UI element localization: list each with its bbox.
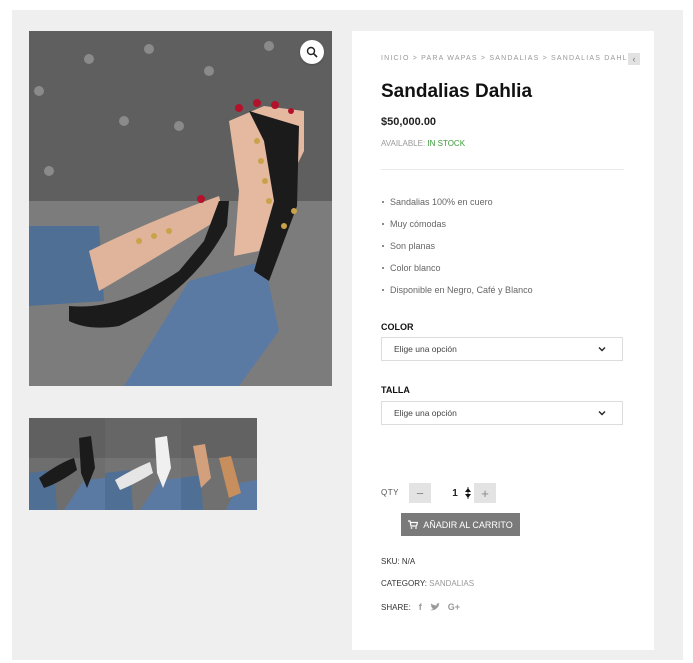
divider	[381, 169, 624, 170]
bullet-icon	[382, 201, 384, 203]
thumbnail-black[interactable]	[29, 418, 105, 510]
previous-product-button[interactable]: ‹	[628, 53, 640, 65]
twitter-icon[interactable]	[429, 603, 440, 611]
cart-icon	[408, 520, 419, 529]
product-summary: INICIO > PARA WAPAS > SANDALIAS > SANDAL…	[352, 31, 654, 650]
thumbnail-tan[interactable]	[181, 418, 257, 510]
chevron-down-icon	[598, 347, 606, 352]
product-price: $50,000.00	[381, 116, 437, 128]
add-to-cart-label: AÑADIR AL CARRITO	[423, 519, 513, 530]
color-label: COLOR	[381, 322, 414, 332]
qty-spinner-icon[interactable]	[464, 486, 472, 500]
feature-list: Sandalias 100% en cuero Muy cómodas Son …	[381, 197, 533, 307]
bullet-icon	[382, 267, 384, 269]
color-select[interactable]: Elige una opción	[381, 337, 623, 361]
feature-text: Muy cómodas	[390, 219, 447, 229]
product-main-image[interactable]	[29, 31, 332, 386]
chevron-down-icon	[598, 411, 606, 416]
qty-increase-button[interactable]: +	[474, 483, 496, 503]
availability-label: AVAILABLE:	[381, 139, 426, 148]
feature-text: Son planas	[390, 241, 436, 251]
talla-select[interactable]: Elige una opción	[381, 401, 623, 425]
product-title: Sandalias Dahlia	[381, 81, 533, 102]
zoom-button[interactable]	[300, 40, 324, 64]
list-item: Son planas	[381, 241, 533, 263]
feature-text: Color blanco	[390, 263, 441, 273]
facebook-icon[interactable]: f	[419, 602, 422, 612]
share-row: SHARE: f G+	[381, 602, 460, 612]
share-label: SHARE:	[381, 602, 411, 612]
magnifier-icon	[306, 46, 318, 58]
list-item: Disponible en Negro, Café y Blanco	[381, 285, 533, 307]
color-select-value: Elige una opción	[394, 344, 457, 354]
stock-status: IN STOCK	[427, 139, 466, 148]
chevron-left-icon: ‹	[632, 54, 636, 64]
thumbnail-strip	[29, 418, 257, 510]
feature-text: Disponible en Negro, Café y Blanco	[390, 285, 533, 295]
thumbnail-image	[181, 418, 257, 510]
list-item: Muy cómodas	[381, 219, 533, 241]
bullet-icon	[382, 223, 384, 225]
talla-select-value: Elige una opción	[394, 408, 457, 418]
sku-value: N/A	[401, 557, 416, 566]
category-label: CATEGORY:	[381, 579, 427, 588]
bullet-icon	[382, 289, 384, 291]
thumbnail-image	[29, 418, 105, 510]
category-link[interactable]: SANDALIAS	[429, 579, 474, 588]
breadcrumb[interactable]: INICIO > PARA WAPAS > SANDALIAS > SANDAL…	[381, 55, 637, 62]
availability: AVAILABLE: IN STOCK	[381, 139, 465, 148]
google-plus-icon[interactable]: G+	[448, 602, 460, 612]
sku-label: SKU:	[381, 557, 400, 566]
product-photo	[29, 31, 332, 386]
thumbnail-image	[105, 418, 181, 510]
feature-text: Sandalias 100% en cuero	[390, 197, 493, 207]
sku-row: SKU: N/A	[381, 557, 415, 566]
talla-label: TALLA	[381, 385, 410, 395]
thumbnail-white[interactable]	[105, 418, 181, 510]
qty-label: QTY	[381, 488, 399, 497]
list-item: Sandalias 100% en cuero	[381, 197, 533, 219]
qty-decrease-button[interactable]: −	[409, 483, 431, 503]
add-to-cart-button[interactable]: AÑADIR AL CARRITO	[401, 513, 520, 536]
category-row: CATEGORY: SANDALIAS	[381, 579, 474, 588]
bullet-icon	[382, 245, 384, 247]
list-item: Color blanco	[381, 263, 533, 285]
